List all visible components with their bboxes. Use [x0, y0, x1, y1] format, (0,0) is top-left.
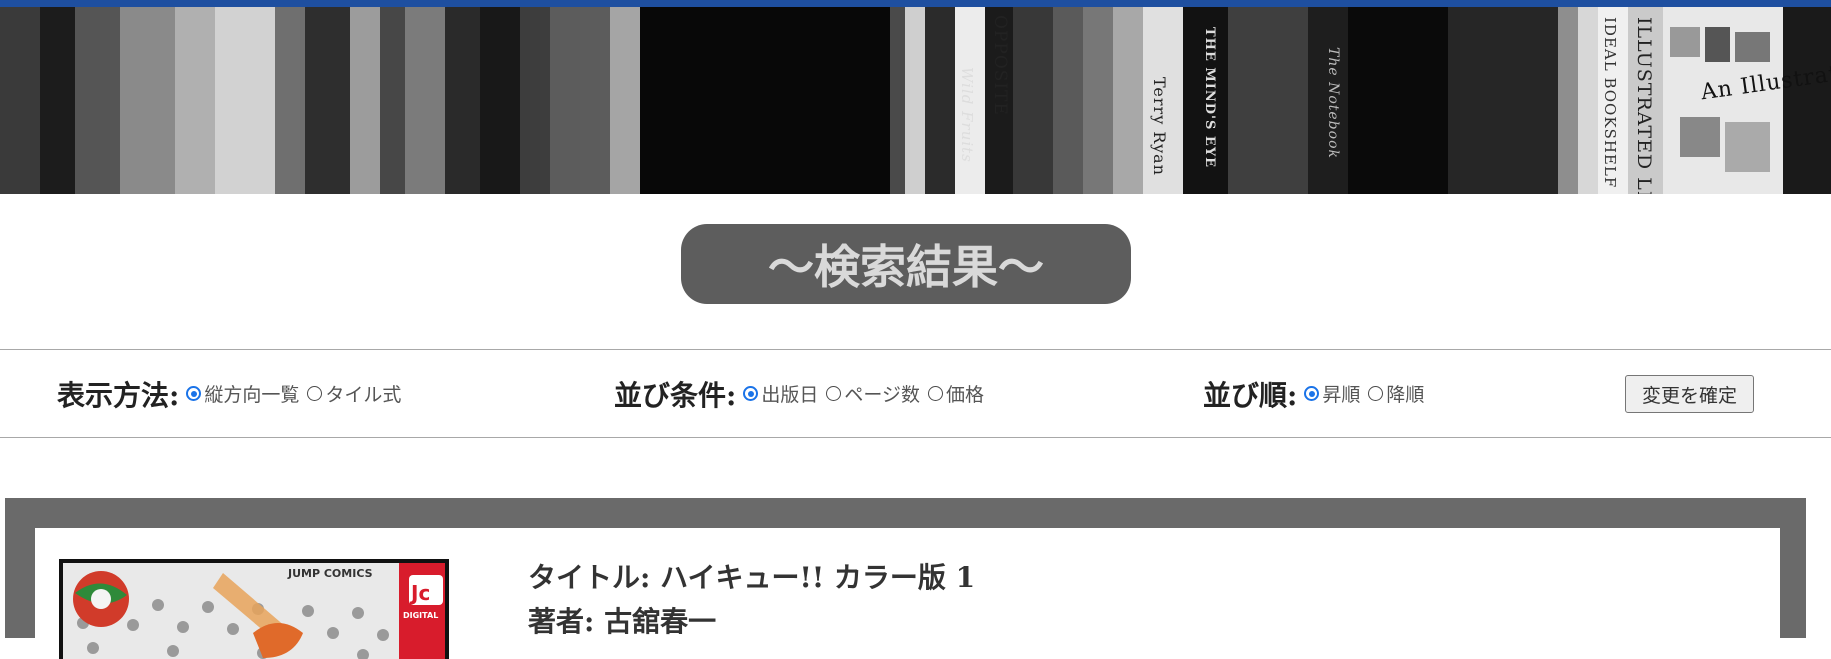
- book-cover-thumbnail[interactable]: Jc JUMP COMICS DIGITAL: [59, 559, 449, 659]
- radio-price[interactable]: [927, 386, 943, 401]
- option-publish-date-label[interactable]: 出版日: [761, 380, 818, 407]
- option-price-label[interactable]: 価格: [946, 380, 984, 407]
- option-tile-label[interactable]: タイル式: [325, 380, 401, 407]
- view-options-bar: 表示方法: 縦方向一覧 タイル式 並び条件: 出版日 ページ数 価格 並び順: …: [0, 349, 1831, 438]
- spine-title: The Notebook: [1325, 47, 1341, 159]
- radio-publish-date[interactable]: [743, 386, 759, 401]
- book-title[interactable]: タイトル: ハイキュー!! カラー版 1: [528, 556, 975, 600]
- radio-tile[interactable]: [307, 386, 323, 401]
- radio-vertical-list[interactable]: [186, 386, 202, 401]
- cover-digital-badge: DIGITAL: [403, 611, 439, 620]
- spine-title: ILLUSTRATED LIFE: [1633, 17, 1655, 194]
- spine-title: IDEAL BOOKSHELF: [1601, 17, 1619, 189]
- result-card[interactable]: Jc JUMP COMICS DIGITAL タイトル: ハイキュー!! カラー…: [35, 528, 1780, 659]
- cover-series-text: JUMP COMICS: [288, 567, 373, 580]
- spine-title: OPPOSITE: [990, 15, 1010, 116]
- svg-text:Jc: Jc: [409, 581, 430, 605]
- option-page-count-label[interactable]: ページ数: [844, 380, 920, 407]
- bookshelf-banner: OPPOSITE Wild Fruits Terry Ryan THE MIND…: [0, 7, 1831, 194]
- sort-order-group: 並び順: 昇順 降順: [1203, 350, 1430, 437]
- option-ascending-label[interactable]: 昇順: [1322, 380, 1360, 407]
- option-descending-label[interactable]: 降順: [1386, 380, 1424, 407]
- bookshelf-image: [0, 7, 1831, 194]
- spine-title: Wild Fruits: [958, 67, 976, 163]
- results-frame: Jc JUMP COMICS DIGITAL タイトル: ハイキュー!! カラー…: [5, 498, 1806, 659]
- option-vertical-list-label[interactable]: 縦方向一覧: [204, 380, 299, 407]
- book-author: 著者: 古舘春一: [528, 605, 717, 638]
- radio-ascending[interactable]: [1304, 386, 1320, 401]
- spine-title: Terry Ryan: [1150, 77, 1169, 176]
- sort-order-label: 並び順:: [1203, 378, 1298, 412]
- spine-title: THE MIND'S EYE: [1202, 27, 1217, 169]
- sort-condition-group: 並び条件: 出版日 ページ数 価格: [614, 350, 990, 437]
- sort-condition-label: 並び条件:: [614, 378, 737, 412]
- display-method-group: 表示方法: 縦方向一覧 タイル式: [57, 350, 407, 437]
- radio-descending[interactable]: [1368, 386, 1384, 401]
- display-method-label: 表示方法:: [57, 378, 180, 412]
- book-info: タイトル: ハイキュー!! カラー版 1 著者: 古舘春一: [528, 556, 975, 644]
- book-cover-image: Jc: [63, 563, 445, 659]
- page-title: ～検索結果～: [681, 224, 1131, 304]
- radio-page-count[interactable]: [826, 386, 842, 401]
- top-accent-bar: [0, 0, 1831, 7]
- confirm-changes-button[interactable]: 変更を確定: [1625, 375, 1754, 413]
